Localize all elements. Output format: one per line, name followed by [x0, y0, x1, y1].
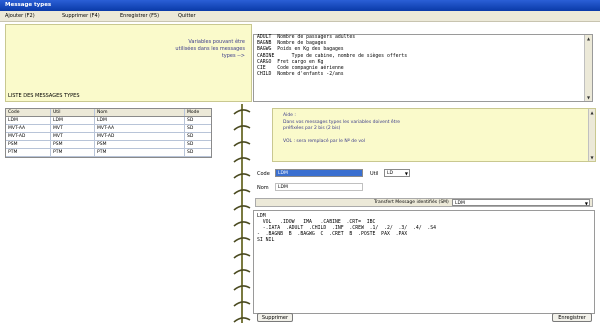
variables-hint-panel: Variables pouvant être utilisées dans le…	[5, 24, 252, 102]
variables-scrollbar[interactable]: ▲ ▼	[584, 35, 592, 101]
message-types-table: Code Util Nom Mode LDM LDM LDM SD MVT-AA…	[5, 108, 212, 158]
scroll-up-icon[interactable]: ▲	[585, 35, 592, 42]
variable-line: CHILD Nombre d'enfants -2/ans	[257, 72, 344, 78]
col-mode[interactable]: Mode	[185, 109, 211, 116]
code-input[interactable]: LDM	[275, 169, 363, 177]
notebook-spiral	[233, 104, 251, 323]
chevron-down-icon[interactable]: ▼	[405, 170, 408, 178]
col-nom[interactable]: Nom	[95, 109, 185, 116]
util-select[interactable]: LD ▼	[384, 169, 410, 177]
table-row[interactable]: MVT-AD MVT MVT-AD SD	[6, 133, 211, 141]
message-line: SI NIL	[257, 238, 275, 243]
title-bar: Message types	[0, 0, 600, 11]
transfer-select[interactable]: LDM ▼	[452, 199, 590, 206]
scroll-down-icon[interactable]: ▼	[585, 94, 592, 101]
table-row[interactable]: PSM PSM PSM SD	[6, 141, 211, 149]
variables-hint: Variables pouvant être utilisées dans le…	[175, 39, 245, 59]
transfer-label: Transfert Message identifiés (SM)	[374, 200, 449, 205]
nom-input[interactable]: LDM	[275, 183, 363, 191]
message-editor[interactable]: LDM VOL .IDOW IMA .CABINE .CRT= IBC -.IA…	[253, 210, 595, 314]
code-label: Code	[257, 171, 270, 177]
table-row[interactable]: MVT-AA MVT MVT-AA SD	[6, 125, 211, 133]
list-label: LISTE DES MESSAGES TYPES	[8, 93, 80, 99]
scroll-up-icon[interactable]: ▲	[589, 109, 595, 116]
nom-label: Nom	[257, 185, 269, 191]
help-note: Aide : Dans vos messages types les varia…	[272, 108, 596, 162]
menu-save[interactable]: Enregistrer (F5)	[120, 13, 159, 19]
variables-list[interactable]: ADULT Nombre de passagers adultes BAGNB …	[253, 34, 593, 102]
menu-bar: Ajouter (F2) Supprimer (F4) Enregistrer …	[0, 11, 600, 22]
menu-quit[interactable]: Quitter	[178, 13, 196, 19]
util-label: Util	[370, 171, 379, 177]
col-code[interactable]: Code	[6, 109, 51, 116]
window-title: Message types	[5, 2, 52, 8]
save-button[interactable]: Enregistrer	[552, 313, 592, 322]
delete-button[interactable]: Supprimer	[257, 313, 293, 322]
menu-add[interactable]: Ajouter (F2)	[5, 13, 35, 19]
table-row[interactable]: LDM LDM LDM SD	[6, 117, 211, 125]
transfer-bar: Transfert Message identifiés (SM) LDM ▼	[255, 198, 593, 207]
scroll-down-icon[interactable]: ▼	[589, 154, 595, 161]
col-util[interactable]: Util	[51, 109, 95, 116]
menu-delete[interactable]: Supprimer (F4)	[62, 13, 100, 19]
table-row[interactable]: PTM PTM PTM SD	[6, 149, 211, 157]
note-scrollbar[interactable]: ▲ ▼	[588, 109, 595, 161]
chevron-down-icon[interactable]: ▼	[585, 200, 588, 207]
table-header: Code Util Nom Mode	[6, 109, 211, 117]
